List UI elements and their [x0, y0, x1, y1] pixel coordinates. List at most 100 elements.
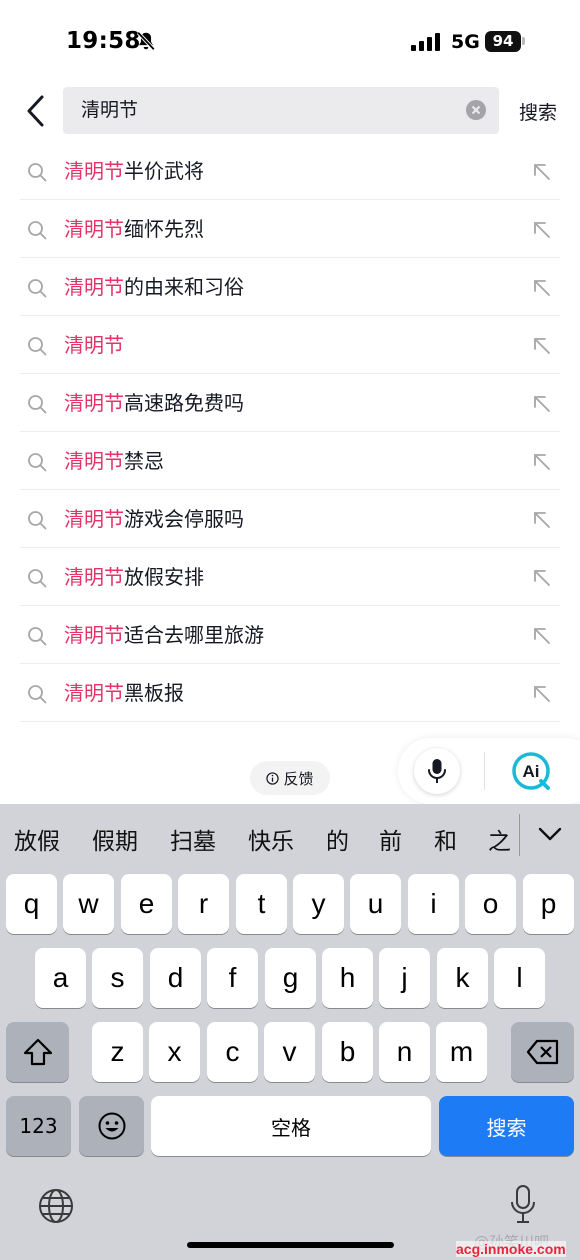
fill-query-arrow-icon[interactable]	[533, 685, 551, 703]
letter-key[interactable]: k	[437, 948, 488, 1008]
letter-key[interactable]: f	[207, 948, 258, 1008]
candidate-word[interactable]: 前	[379, 822, 402, 856]
suggestion-highlight: 清明节	[64, 159, 124, 183]
letter-key[interactable]: g	[265, 948, 316, 1008]
suggestion-item[interactable]: 清明节半价武将	[20, 142, 560, 200]
letter-key[interactable]: y	[293, 874, 344, 934]
suggestion-rest: 半价武将	[124, 159, 204, 183]
signal-icon	[411, 33, 440, 51]
suggestion-item[interactable]: 清明节禁忌	[20, 432, 560, 490]
suggestion-highlight: 清明节	[64, 391, 124, 415]
letter-key[interactable]: o	[465, 874, 516, 934]
suggestion-item[interactable]: 清明节缅怀先烈	[20, 200, 560, 258]
suggestion-text: 清明节	[64, 316, 124, 374]
suggestion-highlight: 清明节	[64, 565, 124, 589]
emoji-key[interactable]	[79, 1096, 144, 1156]
letter-key[interactable]: n	[379, 1022, 430, 1082]
fill-query-arrow-icon[interactable]	[533, 569, 551, 587]
letter-key[interactable]: t	[236, 874, 287, 934]
suggestion-highlight: 清明节	[64, 449, 124, 473]
fill-query-arrow-icon[interactable]	[533, 453, 551, 471]
bell-off-icon	[136, 31, 156, 51]
globe-icon[interactable]	[38, 1188, 74, 1224]
delete-key[interactable]	[511, 1022, 574, 1082]
suggestion-item[interactable]: 清明节高速路免费吗	[20, 374, 560, 432]
battery-level: 94	[485, 31, 521, 52]
letter-key[interactable]: d	[150, 948, 201, 1008]
shift-key[interactable]	[6, 1022, 69, 1082]
suggestion-rest: 禁忌	[124, 449, 164, 473]
search-box[interactable]: 清明节	[63, 87, 499, 134]
letter-key[interactable]: j	[379, 948, 430, 1008]
fill-query-arrow-icon[interactable]	[533, 627, 551, 645]
candidate-word[interactable]: 放假	[14, 822, 60, 856]
suggestion-rest: 的由来和习俗	[124, 275, 244, 299]
letter-key[interactable]: h	[322, 948, 373, 1008]
letter-key[interactable]: l	[494, 948, 545, 1008]
suggestion-rest: 高速路免费吗	[124, 391, 244, 415]
candidate-word[interactable]: 的	[326, 822, 349, 856]
chevron-down-icon[interactable]	[537, 824, 563, 844]
search-return-key[interactable]: 搜索	[439, 1096, 574, 1156]
fill-query-arrow-icon[interactable]	[533, 337, 551, 355]
search-icon	[28, 685, 47, 704]
search-icon	[28, 627, 47, 646]
letter-key[interactable]: u	[350, 874, 401, 934]
microphone-icon	[428, 759, 446, 783]
clear-icon[interactable]	[466, 100, 486, 120]
fill-query-arrow-icon[interactable]	[533, 221, 551, 239]
letter-key[interactable]: m	[436, 1022, 487, 1082]
letter-key[interactable]: v	[264, 1022, 315, 1082]
fill-query-arrow-icon[interactable]	[533, 395, 551, 413]
search-icon	[28, 221, 47, 240]
candidate-word[interactable]: 和	[434, 822, 457, 856]
candidate-word[interactable]: 快乐	[248, 822, 294, 856]
letter-key[interactable]: x	[149, 1022, 200, 1082]
letter-key[interactable]: b	[322, 1022, 373, 1082]
candidate-word[interactable]: 假期	[92, 822, 138, 856]
suggestion-text: 清明节高速路免费吗	[64, 374, 244, 432]
voice-search-button[interactable]	[414, 748, 460, 794]
suggestion-list: 清明节半价武将 清明节缅怀先烈 清明节的由来和习俗 清明节 清明节高速路免费吗 …	[20, 142, 560, 722]
fill-query-arrow-icon[interactable]	[533, 163, 551, 181]
letter-key[interactable]: w	[63, 874, 114, 934]
letter-key[interactable]: q	[6, 874, 57, 934]
suggestion-item[interactable]: 清明节游戏会停服吗	[20, 490, 560, 548]
fill-query-arrow-icon[interactable]	[533, 511, 551, 529]
letter-key[interactable]: a	[35, 948, 86, 1008]
letter-key[interactable]: p	[523, 874, 574, 934]
numbers-key[interactable]: 123	[6, 1096, 71, 1156]
ai-assistant-icon[interactable]: Ai	[510, 750, 552, 792]
back-button[interactable]	[22, 94, 50, 128]
suggestion-highlight: 清明节	[64, 507, 124, 531]
letter-key[interactable]: r	[178, 874, 229, 934]
feedback-button[interactable]: 反馈	[250, 761, 330, 795]
battery-tip	[522, 37, 525, 45]
space-key[interactable]: 空格	[151, 1096, 431, 1156]
dictation-mic-icon[interactable]	[510, 1184, 536, 1226]
watermark: acg.inmoke.com	[456, 1241, 566, 1257]
suggestion-text: 清明节游戏会停服吗	[64, 490, 244, 548]
fill-query-arrow-icon[interactable]	[533, 279, 551, 297]
voice-ai-pill: Ai	[398, 738, 580, 804]
suggestion-item[interactable]: 清明节适合去哪里旅游	[20, 606, 560, 664]
suggestion-highlight: 清明节	[64, 623, 124, 647]
suggestion-item[interactable]: 清明节黑板报	[20, 664, 560, 722]
status-time: 19:58	[66, 28, 141, 54]
letter-key[interactable]: i	[408, 874, 459, 934]
letter-key[interactable]: s	[92, 948, 143, 1008]
letter-key[interactable]: c	[207, 1022, 258, 1082]
search-input[interactable]: 清明节	[81, 87, 441, 134]
letter-key[interactable]: e	[121, 874, 172, 934]
candidate-word[interactable]: 之	[488, 822, 511, 856]
shift-icon	[23, 1038, 52, 1066]
suggestion-item[interactable]: 清明节放假安排	[20, 548, 560, 606]
search-icon	[28, 569, 47, 588]
suggestion-item[interactable]: 清明节	[20, 316, 560, 374]
search-button[interactable]: 搜索	[519, 98, 557, 125]
suggestion-item[interactable]: 清明节的由来和习俗	[20, 258, 560, 316]
suggestion-rest: 缅怀先烈	[124, 217, 204, 241]
pill-divider	[484, 752, 485, 790]
letter-key[interactable]: z	[92, 1022, 143, 1082]
candidate-word[interactable]: 扫墓	[170, 822, 216, 856]
